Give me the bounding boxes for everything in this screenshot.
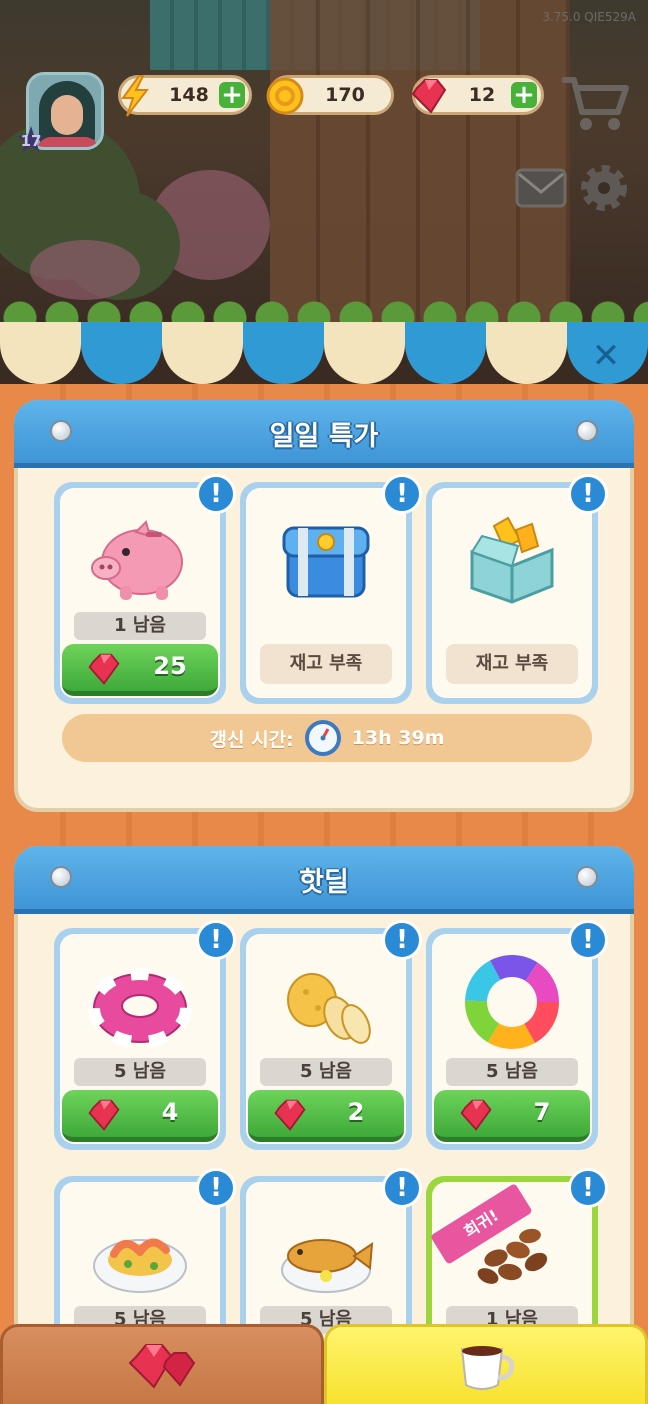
hot-deals-title: 핫딜 [299,867,349,898]
gem-icon [88,653,120,685]
rainbow-donut-icon [465,955,559,1049]
info-button[interactable]: ! [196,474,236,514]
price-value: 2 [347,1098,365,1126]
shrimp-plate-icon [93,1238,187,1293]
deal-card-rainbow-donut[interactable]: 5 남음 7 ! [426,920,608,1150]
gem-value: 12 [468,84,496,106]
add-gems-button[interactable]: + [511,82,537,108]
hot-deals-header: 핫딜 [14,846,634,914]
info-button[interactable]: ! [382,474,422,514]
shop-cart-icon[interactable] [558,72,630,134]
crate-icon [470,516,554,604]
info-button[interactable]: ! [196,1168,236,1208]
refresh-label: 갱신 시간: [209,728,294,751]
buy-button[interactable]: 2 [248,1090,404,1142]
gem-counter[interactable]: 12 + [411,75,544,115]
coin-icon [266,77,304,115]
version-label: 3.75.0 QIE529A [542,10,636,24]
deal-card-crate[interactable]: 재고 부족 ! [426,474,608,704]
refresh-timer-bar: 갱신 시간: 13h 39m [62,714,592,762]
gems-tab[interactable] [0,1324,324,1404]
deal-remaining: 1 남음 [74,612,206,640]
coffee-tab[interactable] [324,1324,648,1404]
info-button[interactable]: ! [568,474,608,514]
price-value: 4 [161,1098,179,1126]
daily-deals-title: 일일 특가 [269,421,379,452]
player-level: 17 [20,132,42,150]
info-button[interactable]: ! [568,1168,608,1208]
info-button[interactable]: ! [568,920,608,960]
info-button[interactable]: ! [196,920,236,960]
hot-deals-panel: 핫딜 5 남음 4 ! 5 남음 2 ! 5 남음 7 ! 5 남음 ! 5 남… [14,846,634,1404]
player-level-badge: ★ 17 [14,120,48,161]
deal-card-blue-chest[interactable]: 재고 부족 ! [240,474,422,704]
deal-card-float-ring[interactable]: 5 남음 4 ! [54,920,236,1150]
info-button[interactable]: ! [382,920,422,960]
coffee-cup-icon [460,1346,515,1390]
gear-icon[interactable] [578,162,630,214]
buy-button[interactable]: 7 [434,1090,590,1142]
info-button[interactable]: ! [382,1168,422,1208]
fish-plate-icon [281,1239,374,1293]
close-button[interactable]: ✕ [588,338,624,374]
deal-card-cheese[interactable]: 5 남음 2 ! [240,920,422,1150]
float-ring-icon [88,968,192,1048]
gem-icon [274,1099,306,1131]
lightning-icon [121,75,150,117]
blue-chest-icon [282,526,370,598]
gems-tab-icon [128,1344,196,1389]
refresh-time: 13h 39m [351,727,445,749]
gem-icon [88,1099,120,1131]
shop-tabs [0,1324,648,1404]
clock-icon [304,720,341,756]
gem-icon [411,79,447,114]
deal-remaining: 5 남음 [446,1058,578,1086]
buy-button[interactable]: 4 [62,1090,218,1142]
gem-icon [460,1099,492,1131]
coin-value: 170 [325,84,365,106]
deal-remaining: 5 남음 [74,1058,206,1086]
buy-button[interactable]: 25 [62,644,218,696]
shop-body: 일일 특가 1 남음 25 ! 재고 부족 ! 재고 부족 ! 갱신 시간: 1… [0,384,648,1404]
price-value: 7 [533,1098,551,1126]
coin-counter[interactable]: 170 [266,75,394,115]
shop-awning [0,322,648,384]
deal-remaining: 5 남음 [260,1058,392,1086]
add-energy-button[interactable]: + [219,82,245,108]
background-scene [0,0,648,330]
daily-deals-header: 일일 특가 [14,400,634,468]
out-of-stock-label: 재고 부족 [260,644,392,684]
price-value: 25 [153,652,187,680]
deal-card-piggy-bank[interactable]: 1 남음 25 ! [54,474,236,704]
cheese-icon [287,973,371,1044]
mail-icon[interactable] [515,168,567,208]
energy-counter[interactable]: 148 + [118,75,252,117]
daily-deals-panel: 일일 특가 1 남음 25 ! 재고 부족 ! 재고 부족 ! 갱신 시간: 1… [14,400,634,812]
energy-value: 148 [169,84,209,106]
piggy-bank-icon [91,520,183,600]
out-of-stock-label: 재고 부족 [446,644,578,684]
